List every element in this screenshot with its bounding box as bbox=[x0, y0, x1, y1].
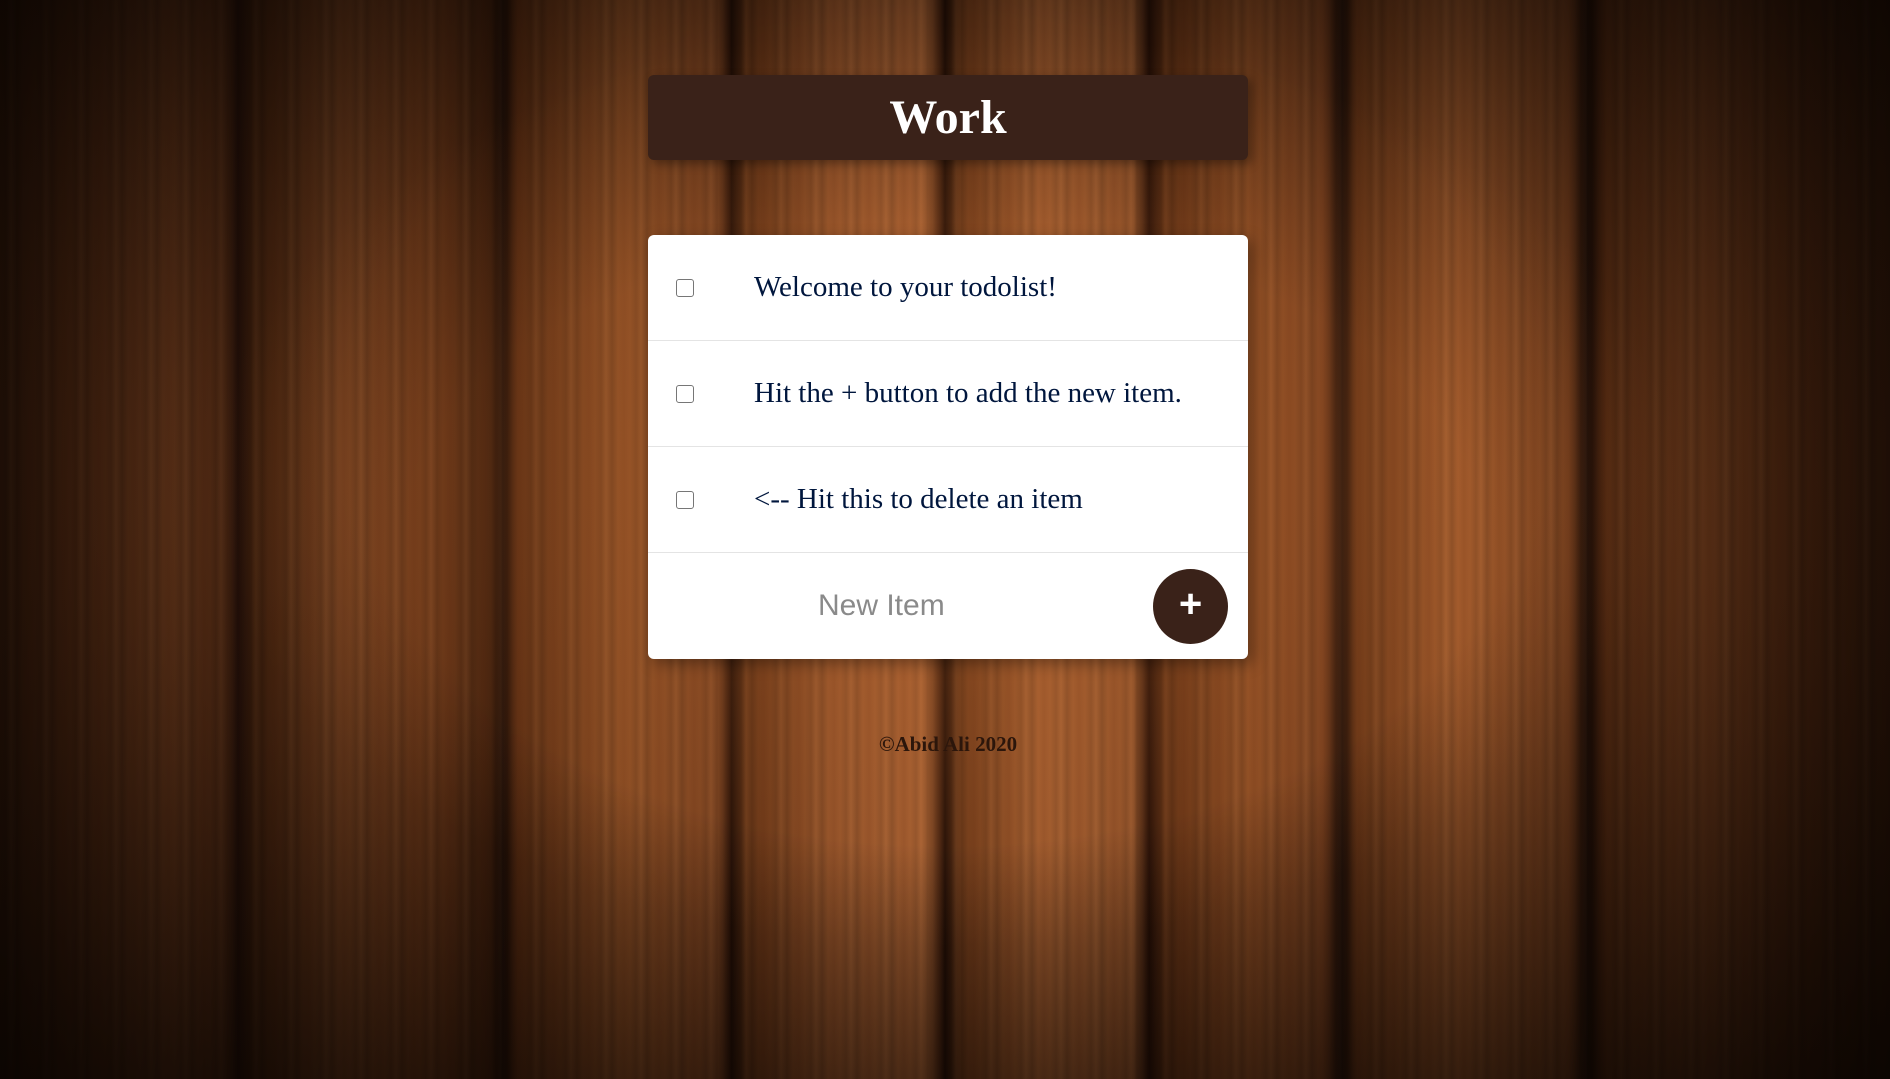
item-label: Hit the + button to add the new item. bbox=[754, 377, 1182, 409]
list-header: Work bbox=[648, 75, 1248, 160]
add-item-button[interactable]: + bbox=[1153, 569, 1228, 644]
item-checkbox[interactable] bbox=[676, 384, 694, 403]
list-item: Hit the + button to add the new item. bbox=[648, 341, 1248, 447]
item-label: <-- Hit this to delete an item bbox=[754, 483, 1083, 515]
new-item-row: + bbox=[648, 553, 1248, 659]
plus-icon: + bbox=[1178, 581, 1203, 626]
todo-container: Work Welcome to your todolist! Hit the +… bbox=[648, 75, 1248, 659]
new-item-input[interactable] bbox=[808, 581, 1088, 631]
todo-card: Welcome to your todolist! Hit the + butt… bbox=[648, 235, 1248, 659]
item-checkbox[interactable] bbox=[676, 278, 694, 297]
list-title: Work bbox=[889, 91, 1007, 144]
footer-copyright: ©Abid Ali 2020 bbox=[878, 732, 1018, 756]
item-checkbox[interactable] bbox=[676, 490, 694, 509]
item-label: Welcome to your todolist! bbox=[754, 271, 1057, 303]
list-item: <-- Hit this to delete an item bbox=[648, 447, 1248, 553]
list-item: Welcome to your todolist! bbox=[648, 235, 1248, 341]
